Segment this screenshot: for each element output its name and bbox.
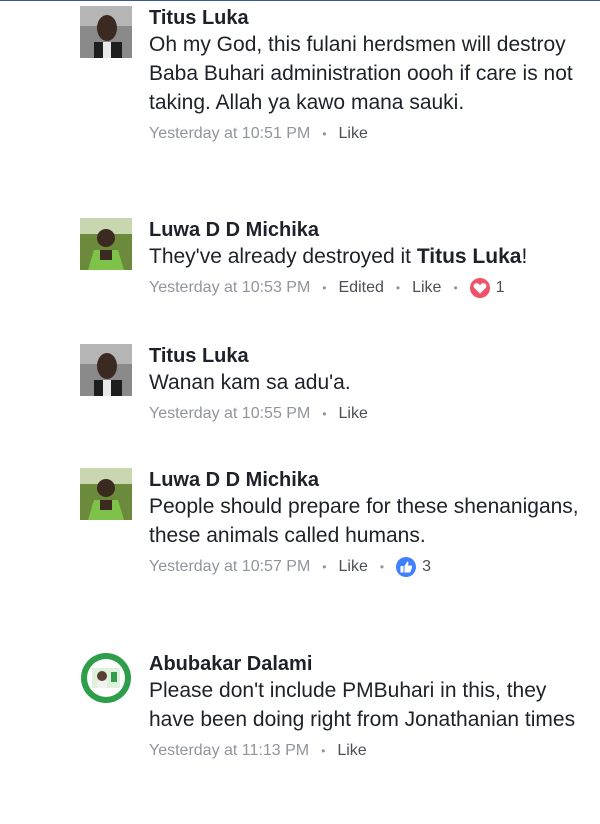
comment-text: Please don't include PMBuhari in this, t… [149,679,576,731]
comment-meta: Yesterday at 10:55 PM • Like [149,403,580,425]
comment-author[interactable]: Luwa D D Michika [149,218,580,242]
comment-text: Wanan kam sa adu'a. [149,371,351,394]
edited-label[interactable]: Edited [339,277,384,299]
separator: • [453,281,458,295]
separator: • [321,744,326,758]
separator: • [322,407,327,421]
like-button[interactable]: Like [339,123,368,145]
comment-author[interactable]: Luwa D D Michika [149,468,580,492]
comment-timestamp[interactable]: Yesterday at 10:53 PM [149,277,310,299]
comment-text: Oh my God, this fulani herdsmen will des… [149,33,573,114]
separator: • [395,281,401,295]
reaction-summary[interactable]: 1 [469,277,505,299]
avatar[interactable] [80,468,132,520]
like-button[interactable]: Like [339,403,368,425]
comment-text: People should prepare for these shenanig… [149,495,579,547]
avatar[interactable] [80,344,132,396]
reaction-summary[interactable]: 3 [396,556,431,578]
comment-author[interactable]: Titus Luka [149,6,580,30]
comment-author[interactable]: Abubakar Dalami [149,652,580,676]
avatar[interactable] [80,6,132,58]
comment-meta: Yesterday at 10:51 PM • Like [149,123,580,145]
like-button[interactable]: Like [337,740,366,762]
separator: • [379,560,385,574]
comment-timestamp[interactable]: Yesterday at 10:57 PM [149,556,310,578]
like-button[interactable]: Like [339,556,368,578]
like-button[interactable]: Like [412,277,441,299]
comment-text-part: They've already destroyed it [149,245,417,268]
comment-timestamp[interactable]: Yesterday at 11:13 PM [149,740,309,762]
heart-icon [469,278,490,298]
comment-author[interactable]: Titus Luka [149,344,580,368]
mention-link[interactable]: Titus Luka [417,245,522,268]
avatar[interactable] [80,652,132,704]
comment-meta: Yesterday at 11:13 PM • Like [149,740,580,762]
comment-timestamp[interactable]: Yesterday at 10:51 PM [149,123,310,145]
separator: • [322,560,327,574]
thumbs-up-icon [396,557,417,577]
comment-meta: Yesterday at 10:53 PM • Edited • Like • … [149,277,580,299]
comment-timestamp[interactable]: Yesterday at 10:55 PM [149,403,310,425]
top-divider [0,0,600,1]
comment-meta: Yesterday at 10:57 PM • Like • 3 [149,556,580,578]
avatar[interactable] [80,218,132,270]
separator: • [322,127,327,141]
comment-text-part: ! [521,245,528,268]
reaction-count: 3 [422,558,431,575]
separator: • [322,281,327,295]
reaction-count: 1 [495,279,505,296]
comment-text: They've already destroyed it Titus Luka! [149,242,580,271]
